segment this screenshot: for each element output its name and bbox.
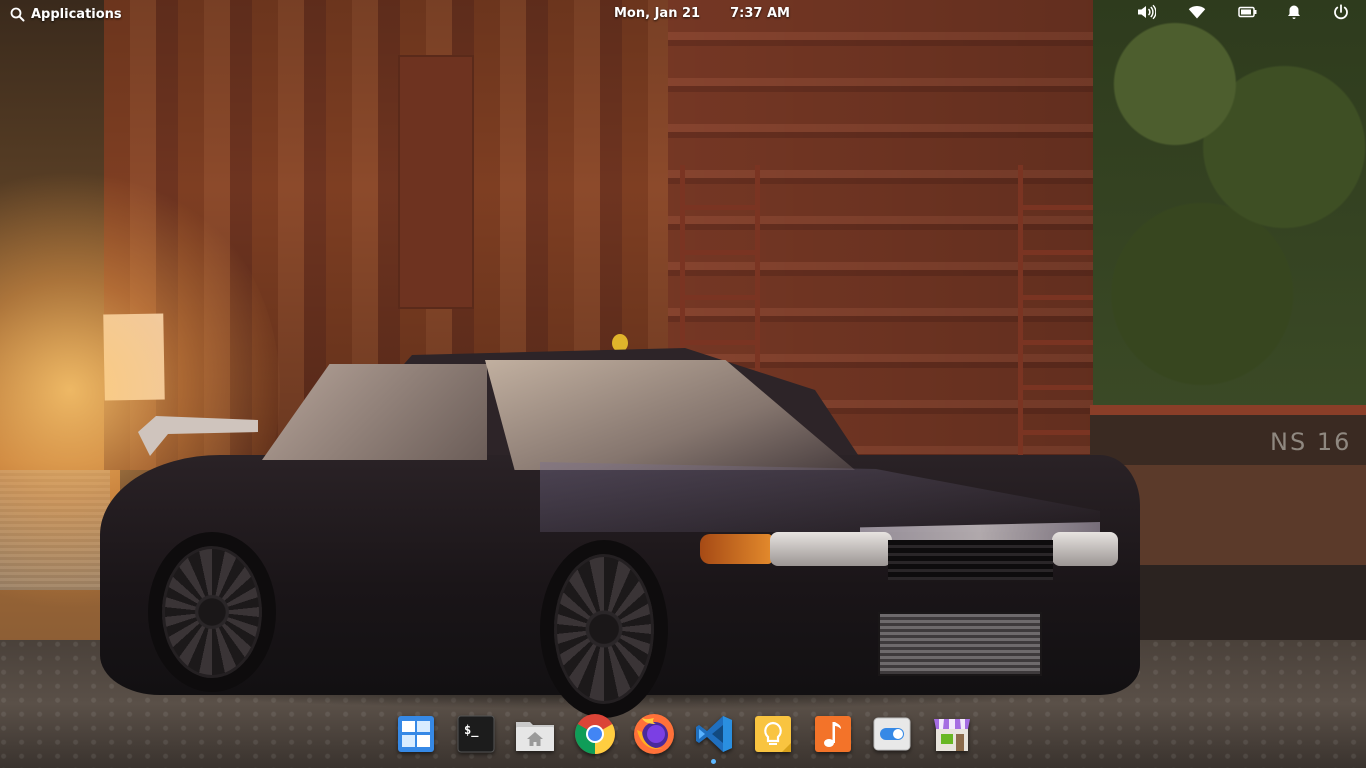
battery-icon <box>1238 6 1258 22</box>
dock: $_ <box>390 711 978 764</box>
firefox-icon <box>632 712 676 760</box>
top-panel: Applications Mon, Jan 21 7:37 AM <box>0 0 1366 28</box>
wifi-icon <box>1188 5 1206 23</box>
running-indicator <box>710 759 716 764</box>
applications-menu-button[interactable]: Applications <box>10 4 122 24</box>
appcenter-store-icon <box>931 713 973 759</box>
dock-item-music[interactable] <box>810 713 856 759</box>
desktop-wallpaper: NS 16 <box>0 0 1366 768</box>
dock-item-visual-studio-code[interactable] <box>691 713 737 764</box>
dock-item-files[interactable] <box>512 713 558 759</box>
wallpaper-car-rear-wheel <box>148 532 276 692</box>
dock-item-system-settings[interactable] <box>869 713 915 759</box>
lightbulb-icon <box>753 714 793 758</box>
volume-icon <box>1136 4 1157 24</box>
wallpaper-boxcar-marking: NS 16 <box>1270 428 1352 456</box>
notifications-bell-icon <box>1287 4 1301 24</box>
volume-indicator[interactable] <box>1136 4 1157 24</box>
terminal-icon: $_ <box>456 714 496 758</box>
toggle-switch-icon <box>872 714 912 758</box>
network-indicator[interactable] <box>1187 5 1207 23</box>
dock-item-firefox[interactable] <box>631 713 677 759</box>
date-label: Mon, Jan 21 <box>614 6 701 21</box>
multitasking-icon <box>396 714 436 758</box>
dock-item-appcenter[interactable] <box>929 713 975 759</box>
notifications-indicator[interactable] <box>1284 5 1304 23</box>
terminal-glyph: $_ <box>464 723 479 738</box>
vscode-icon <box>693 713 735 759</box>
power-icon <box>1333 4 1349 24</box>
session-power-indicator[interactable] <box>1331 4 1351 24</box>
wallpaper-trees <box>1093 0 1366 420</box>
files-home-folder-icon <box>513 714 557 758</box>
date-time-indicator[interactable]: Mon, Jan 21 7:37 AM <box>614 6 790 21</box>
power-battery-indicator[interactable] <box>1238 5 1258 23</box>
applications-label: Applications <box>31 6 122 22</box>
dock-item-ideas[interactable] <box>750 713 796 759</box>
wallpaper-car-front-wheel <box>540 540 668 718</box>
dock-item-terminal[interactable]: $_ <box>453 713 499 759</box>
search-icon <box>10 7 25 22</box>
chrome-icon <box>573 712 617 760</box>
time-label: 7:37 AM <box>730 6 790 21</box>
dock-item-multitasking-view[interactable] <box>393 713 439 759</box>
music-note-icon <box>813 714 853 758</box>
dock-item-google-chrome[interactable] <box>572 713 618 759</box>
